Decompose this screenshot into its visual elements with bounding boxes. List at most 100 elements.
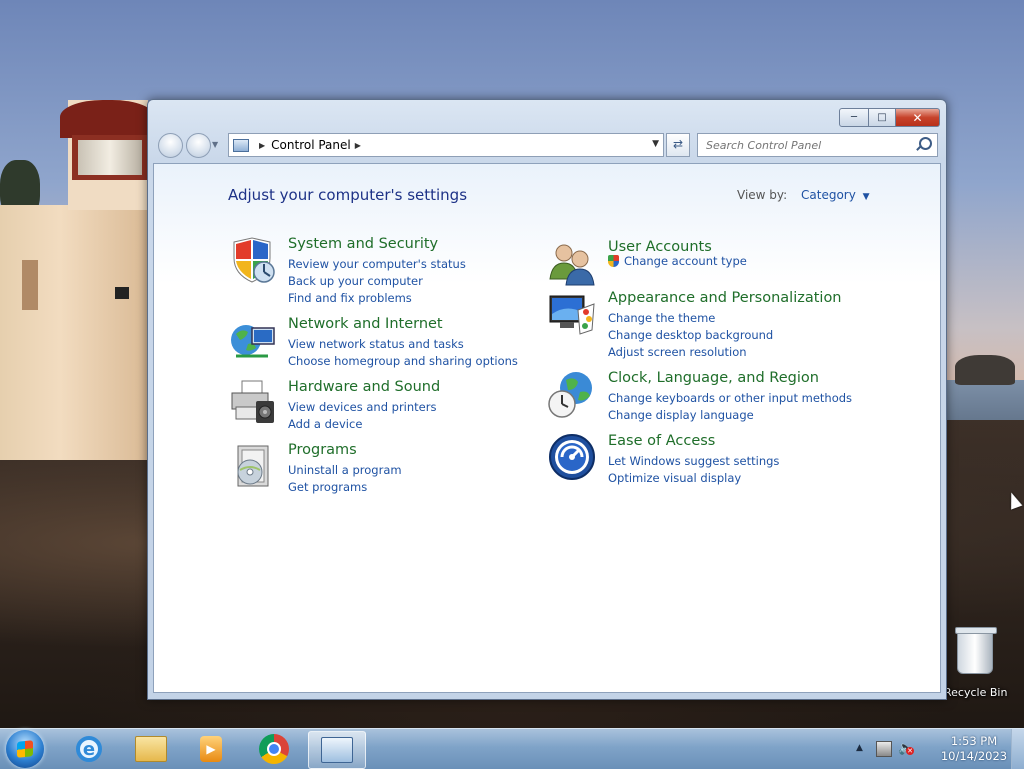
- category-title[interactable]: Clock, Language, and Region: [608, 370, 819, 386]
- wallpaper-lighthouse-roof: [60, 100, 155, 138]
- category-links: View devices and printers Add a device: [288, 399, 436, 433]
- media-player-icon: ▶: [200, 736, 222, 762]
- breadcrumb-arrow-icon[interactable]: ▶: [259, 141, 265, 150]
- shield-icon: [233, 237, 275, 283]
- caption-buttons: ─ □ ✕: [839, 108, 940, 127]
- wallpaper-lighthouse-wall: [0, 205, 150, 460]
- link-add-device[interactable]: Add a device: [288, 416, 436, 433]
- network-icon[interactable]: [876, 741, 892, 757]
- taskbar-chrome[interactable]: [249, 731, 299, 767]
- back-button[interactable]: [158, 133, 183, 158]
- printer-icon: [231, 380, 274, 423]
- category-title[interactable]: Ease of Access: [608, 433, 715, 449]
- search-box[interactable]: [697, 133, 938, 157]
- address-bar[interactable]: ▶ Control Panel ▶ ▼: [228, 133, 664, 157]
- show-desktop-button[interactable]: [1011, 729, 1024, 769]
- recent-pages-dropdown-icon[interactable]: ▼: [212, 140, 218, 149]
- control-panel-icon: [233, 138, 249, 152]
- breadcrumb-control-panel[interactable]: Control Panel: [271, 138, 351, 152]
- chevron-down-icon[interactable]: ▼: [863, 192, 870, 202]
- chrome-icon: [259, 734, 289, 764]
- wallpaper-lamp: [115, 287, 129, 299]
- link-optimize-display[interactable]: Optimize visual display: [608, 470, 779, 487]
- view-by-dropdown[interactable]: Category: [801, 188, 856, 202]
- refresh-icon: ⇄: [672, 137, 684, 151]
- clock-date: 10/14/2023: [940, 749, 1008, 763]
- breadcrumb-arrow-icon[interactable]: ▶: [355, 141, 361, 150]
- taskbar-windows-explorer[interactable]: [126, 731, 176, 767]
- minimize-icon: ─: [850, 112, 858, 123]
- link-desktop-background[interactable]: Change desktop background: [608, 327, 773, 344]
- windows-explorer-icon: [135, 736, 167, 762]
- link-display-language[interactable]: Change display language: [608, 407, 852, 424]
- search-icon[interactable]: [919, 137, 932, 150]
- view-by-label: View by:: [737, 188, 788, 202]
- recycle-bin-icon: [955, 627, 997, 674]
- programs-icon: [237, 445, 269, 487]
- view-by-control: View by: Category ▼: [737, 188, 870, 202]
- link-uninstall-program[interactable]: Uninstall a program: [288, 462, 402, 479]
- uac-shield-icon: [608, 255, 619, 267]
- link-get-programs[interactable]: Get programs: [288, 479, 402, 496]
- page-title: Adjust your computer's settings: [228, 186, 468, 204]
- category-links: View network status and tasks Choose hom…: [288, 336, 518, 370]
- taskbar-media-player[interactable]: ▶: [186, 731, 236, 767]
- taskbar: e ▶ ▲ 🔈 ✕ 1:53 PM 10/14/2023: [0, 728, 1024, 769]
- maximize-button[interactable]: □: [869, 108, 896, 127]
- category-links: Review your computer's status Back up yo…: [288, 256, 466, 307]
- control-panel-window: ─ □ ✕ ▼ ▶ Control Panel ▶ ▼ ⇄ Adjust you…: [147, 99, 947, 700]
- ease-of-access-icon: [549, 434, 595, 480]
- link-change-account-type[interactable]: Change account type: [608, 253, 747, 270]
- clock[interactable]: 1:53 PM 10/14/2023: [930, 734, 1018, 764]
- windows-logo-icon: [17, 740, 33, 758]
- taskbar-internet-explorer[interactable]: e: [64, 731, 114, 767]
- link-suggest-settings[interactable]: Let Windows suggest settings: [608, 453, 779, 470]
- users-icon: [549, 244, 595, 286]
- recycle-bin-label: Recycle Bin: [944, 686, 1008, 699]
- category-title[interactable]: System and Security: [288, 236, 438, 252]
- refresh-button[interactable]: ⇄: [666, 133, 690, 157]
- monitor-palette-icon: [549, 295, 595, 335]
- category-links: Change keyboards or other input methods …: [608, 390, 852, 424]
- close-button[interactable]: ✕: [896, 108, 940, 127]
- system-tray: ▲ 🔈 ✕ 1:53 PM 10/14/2023: [854, 729, 1024, 769]
- clock-globe-icon: [548, 372, 592, 418]
- taskbar-control-panel[interactable]: [308, 731, 366, 769]
- recycle-bin-shortcut[interactable]: Recycle Bin: [944, 627, 1008, 702]
- maximize-icon: □: [877, 112, 887, 123]
- category-links: Let Windows suggest settings Optimize vi…: [608, 453, 779, 487]
- navigation-bar: ▼ ▶ Control Panel ▶ ▼ ⇄: [156, 132, 938, 158]
- search-input[interactable]: [704, 137, 918, 153]
- content-pane: Adjust your computer's settings View by:…: [153, 163, 941, 693]
- start-button[interactable]: [6, 730, 44, 768]
- address-dropdown-icon[interactable]: ▼: [652, 139, 659, 149]
- category-title[interactable]: Hardware and Sound: [288, 379, 440, 395]
- link-change-theme[interactable]: Change the theme: [608, 310, 773, 327]
- wallpaper-lantern-glass: [78, 140, 142, 175]
- category-title[interactable]: Programs: [288, 442, 357, 458]
- link-find-fix[interactable]: Find and fix problems: [288, 290, 466, 307]
- forward-button[interactable]: [186, 133, 211, 158]
- category-title[interactable]: Appearance and Personalization: [608, 290, 842, 306]
- control-panel-icon: [321, 737, 353, 763]
- globe-network-icon: [231, 325, 275, 358]
- show-hidden-icons-icon[interactable]: ▲: [856, 743, 863, 753]
- link-screen-resolution[interactable]: Adjust screen resolution: [608, 344, 773, 361]
- category-title[interactable]: Network and Internet: [288, 316, 443, 332]
- wallpaper-window: [22, 260, 38, 310]
- clock-time: 1:53 PM: [950, 734, 998, 748]
- muted-icon: ✕: [906, 747, 914, 755]
- link-review-status[interactable]: Review your computer's status: [288, 256, 466, 273]
- category-links: Change the theme Change desktop backgrou…: [608, 310, 773, 361]
- category-links: Change account type: [608, 253, 747, 270]
- link-keyboards-input[interactable]: Change keyboards or other input methods: [608, 390, 852, 407]
- link-devices-printers[interactable]: View devices and printers: [288, 399, 436, 416]
- category-links: Uninstall a program Get programs: [288, 462, 402, 496]
- close-icon: ✕: [912, 110, 923, 125]
- link-network-status[interactable]: View network status and tasks: [288, 336, 518, 353]
- link-label: Change account type: [624, 254, 747, 268]
- link-homegroup[interactable]: Choose homegroup and sharing options: [288, 353, 518, 370]
- wallpaper-island: [955, 355, 1015, 385]
- link-back-up[interactable]: Back up your computer: [288, 273, 466, 290]
- minimize-button[interactable]: ─: [839, 108, 869, 127]
